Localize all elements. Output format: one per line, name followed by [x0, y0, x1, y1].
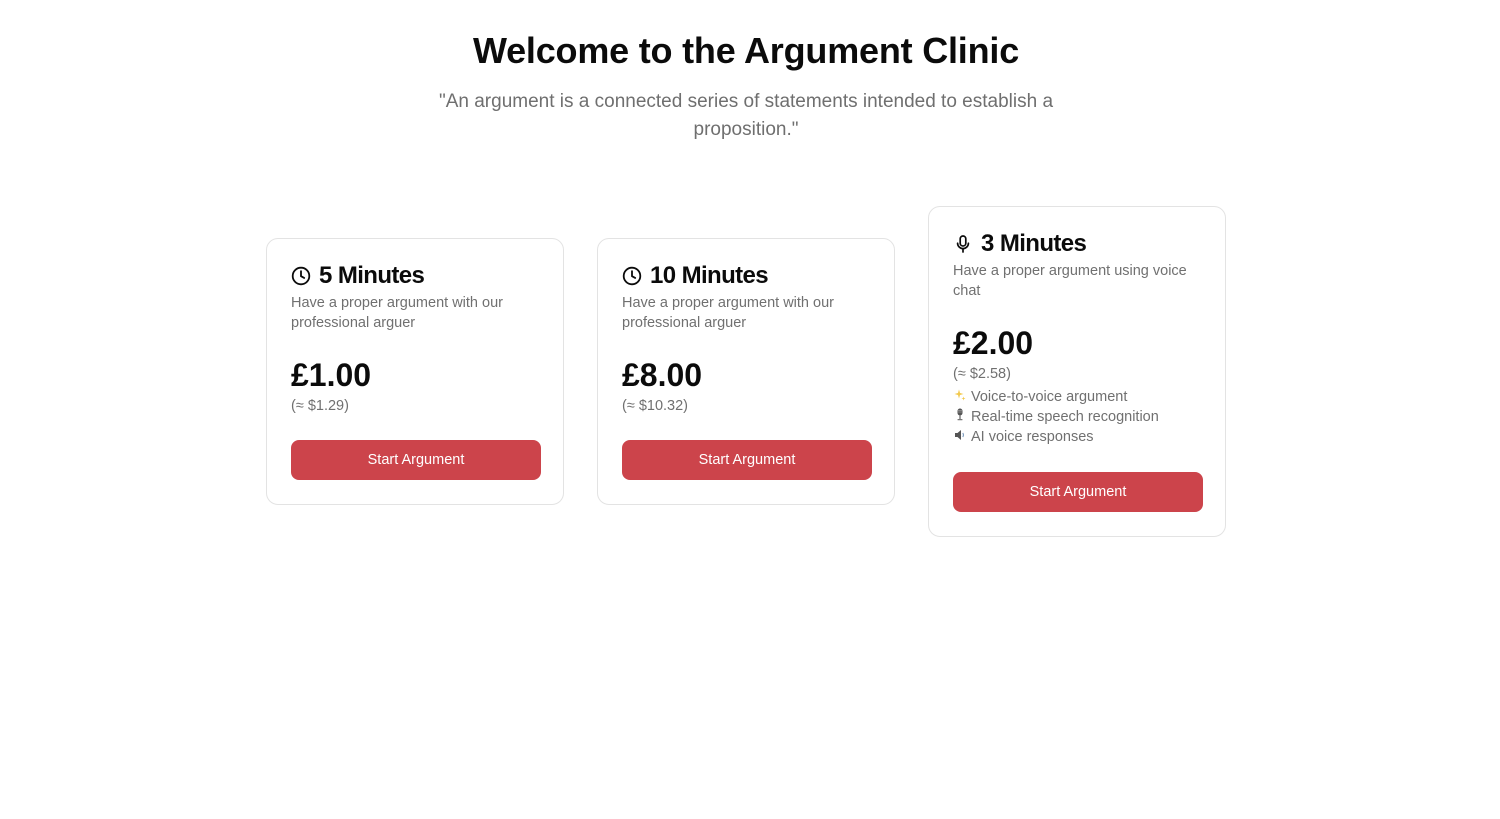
page: Welcome to the Argument Clinic "An argum… — [0, 0, 1500, 819]
hero: Welcome to the Argument Clinic "An argum… — [0, 28, 1492, 144]
start-argument-button[interactable]: Start Argument — [291, 440, 541, 480]
plan-card-10-minutes: 10 Minutes Have a proper argument with o… — [597, 238, 895, 505]
plan-price: £2.00 — [953, 325, 1034, 361]
plan-description: Have a proper argument with our professi… — [622, 295, 834, 331]
feature-label: AI voice responses — [971, 429, 1094, 445]
plan-title: 3 Minutes — [981, 230, 1087, 257]
studio-microphone-icon — [953, 407, 967, 427]
feature-list: Voice-to-voice argument Real-time speech… — [953, 387, 1201, 447]
feature-label: Real-time speech recognition — [971, 409, 1159, 425]
feature-label: Voice-to-voice argument — [971, 389, 1128, 405]
plan-description: Have a proper argument using voice chat — [953, 263, 1187, 299]
plan-price: £1.00 — [291, 357, 372, 393]
plan-price-usd: (≈ $1.29) — [291, 398, 349, 414]
clock-icon — [291, 266, 311, 286]
plan-price-usd: (≈ $2.58) — [953, 366, 1011, 382]
plan-title: 10 Minutes — [650, 262, 769, 289]
plan-card-voice-3-minutes: 3 Minutes Have a proper argument using v… — [928, 206, 1226, 537]
plan-title: 5 Minutes — [319, 262, 425, 289]
microphone-icon — [953, 234, 973, 254]
plan-title-row: 5 Minutes — [291, 262, 539, 289]
start-argument-button[interactable]: Start Argument — [622, 440, 872, 480]
plan-price-usd: (≈ $10.32) — [622, 398, 688, 414]
sparkles-icon — [953, 387, 967, 407]
plan-card-5-minutes: 5 Minutes Have a proper argument with ou… — [266, 238, 564, 505]
plan-price: £8.00 — [622, 357, 703, 393]
plan-title-row: 3 Minutes — [953, 230, 1201, 257]
speaker-icon — [953, 427, 967, 447]
page-title: Welcome to the Argument Clinic — [472, 30, 1020, 71]
feature-item: AI voice responses — [953, 427, 1201, 447]
clock-icon — [622, 266, 642, 286]
plan-title-row: 10 Minutes — [622, 262, 870, 289]
feature-item: Voice-to-voice argument — [953, 387, 1201, 407]
hero-quote: "An argument is a connected series of st… — [438, 91, 1054, 140]
start-argument-button[interactable]: Start Argument — [953, 472, 1203, 512]
feature-item: Real-time speech recognition — [953, 407, 1201, 427]
plan-description: Have a proper argument with our professi… — [291, 295, 503, 331]
